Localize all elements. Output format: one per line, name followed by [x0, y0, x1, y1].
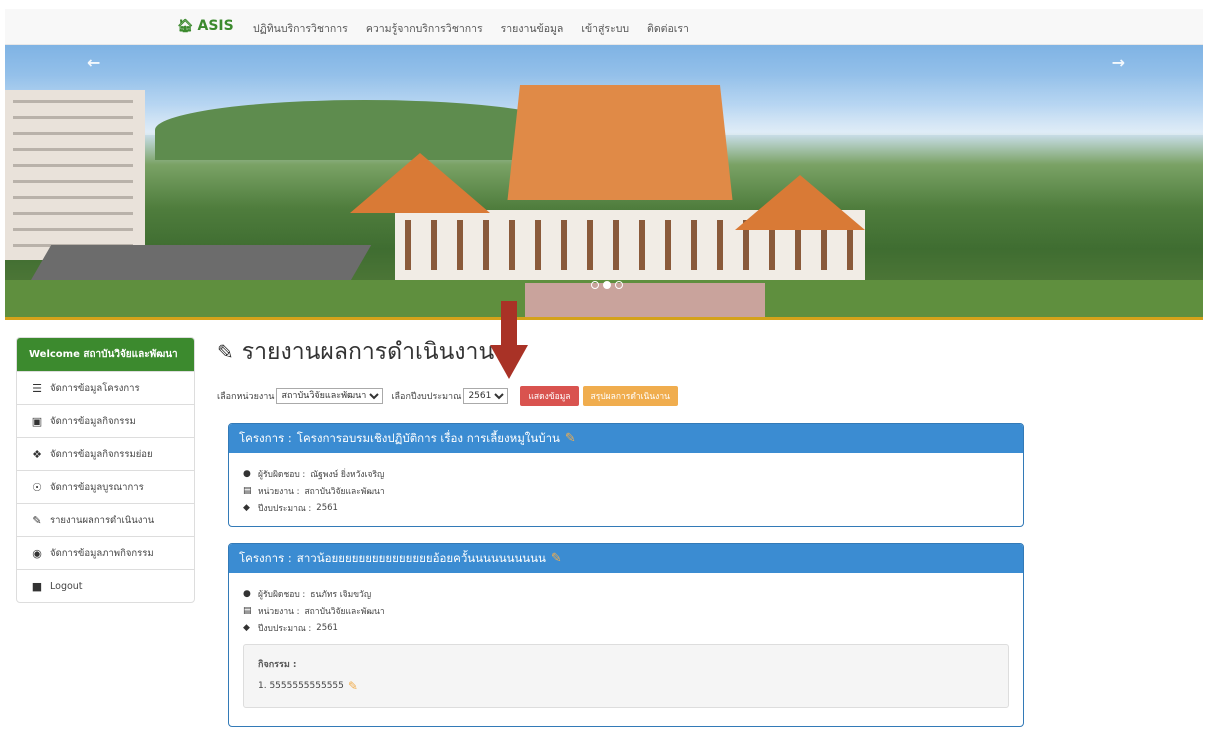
project-name: สาวน้อยยยยยยยยยยยยยยยอ้อยควั้นนนนนนนนนน: [296, 550, 546, 565]
unit-value: สถาบันวิจัยและพัฒนา: [304, 486, 385, 497]
institution-icon: ▤: [243, 605, 252, 616]
sidebar-item-label: จัดการข้อมูลโครงการ: [50, 382, 140, 394]
sidebar-item-label: จัดการข้อมูลภาพกิจกรรม: [50, 547, 154, 559]
banner-divider: [5, 317, 1203, 320]
home-icon: 🏠︎: [177, 18, 194, 34]
sidebar-item-photos[interactable]: ◉ จัดการข้อมูลภาพกิจกรรม: [17, 536, 194, 569]
unit-filter-label: เลือกหน่วยงาน: [217, 392, 275, 402]
project-body: ● ผู้รับผิดชอบ : ณัฐพงษ์ ยิ่งหวังเจริญ ▤…: [229, 453, 1023, 526]
carousel-dot[interactable]: [591, 281, 599, 289]
project-body: ● ผู้รับผิดชอบ : ธนภัทร เจิมขวัญ ▤ หน่วย…: [229, 573, 1023, 720]
sidebar-item-projects[interactable]: ☰ จัดการข้อมูลโครงการ: [17, 371, 194, 404]
sidebar-item-label: จัดการข้อมูลกิจกรรมย่อย: [50, 448, 153, 460]
hero-carousel: ← →: [5, 45, 1203, 317]
activities-label: กิจกรรม :: [258, 660, 297, 670]
project-year-row: ◆ ปีงบประมาณ : 2561: [243, 619, 1009, 636]
project-prefix: โครงการ :: [239, 430, 292, 445]
owner-label: ผู้รับผิดชอบ :: [258, 469, 306, 480]
filter-bar: เลือกหน่วยงาน สถาบันวิจัยและพัฒนา เลือกป…: [217, 386, 678, 406]
sidebar-item-integration[interactable]: ☉ จัดการข้อมูลบูรณาการ: [17, 470, 194, 503]
owner-label: ผู้รับผิดชอบ :: [258, 589, 306, 600]
owner-value: ณัฐพงษ์ ยิ่งหวังเจริญ: [310, 469, 385, 480]
project-panel: โครงการ : สาวน้อยยยยยยยยยยยยยยยอ้อยควั้น…: [228, 543, 1024, 727]
year-value: 2561: [316, 622, 338, 633]
sidebar-item-label: รายงานผลการดำเนินงาน: [50, 514, 155, 526]
user-icon: ●: [243, 588, 251, 599]
year-select[interactable]: 2561: [463, 388, 509, 404]
edit-icon[interactable]: ✎: [551, 551, 562, 566]
carousel-next-arrow[interactable]: →: [1112, 53, 1125, 72]
project-owner-row: ● ผู้รับผิดชอบ : ณัฐพงษ์ ยิ่งหวังเจริญ: [243, 465, 1009, 482]
nav-links: ปฏิทินบริการวิชาการ ความรู้จากบริการวิชา…: [253, 20, 689, 37]
carousel-indicators: [591, 281, 623, 289]
project-owner-row: ● ผู้รับผิดชอบ : ธนภัทร เจิมขวัญ: [243, 585, 1009, 602]
sidebar-item-label: จัดการข้อมูลกิจกรรม: [50, 415, 136, 427]
page-title-text: รายงานผลการดำเนินงาน: [241, 339, 495, 365]
institution-icon: ▤: [243, 485, 252, 496]
brand-name: ASIS: [197, 18, 234, 34]
carousel-prev-arrow[interactable]: ←: [87, 53, 100, 72]
activity-item: 1. 5555555555555 ✎: [258, 679, 994, 693]
sidebar-item-label: จัดการข้อมูลบูรณาการ: [50, 481, 144, 493]
sidebar-item-report[interactable]: ✎ รายงานผลการดำเนินงาน: [17, 503, 194, 536]
brand-logo[interactable]: 🏠︎ ASIS: [177, 18, 234, 34]
project-prefix: โครงการ :: [239, 550, 292, 565]
year-label: ปีงบประมาณ :: [258, 623, 312, 634]
edit-icon[interactable]: ✎: [348, 679, 358, 693]
hall-roof-left: [350, 153, 490, 213]
year-filter-label: เลือกปีงบประมาณ: [391, 392, 462, 402]
list-icon: ☰: [32, 381, 42, 395]
left-building: [5, 90, 145, 260]
sidebar: Welcome สถาบันวิจัยและพัฒนา ☰ จัดการข้อม…: [16, 337, 195, 603]
hall-roof-right: [735, 175, 865, 230]
carousel-dot[interactable]: [615, 281, 623, 289]
project-unit-row: ▤ หน่วยงาน : สถาบันวิจัยและพัฒนา: [243, 482, 1009, 499]
carousel-dot-active[interactable]: [603, 281, 611, 289]
lock-icon: ■: [31, 579, 43, 593]
nav-link-login[interactable]: เข้าสู่ระบบ: [581, 20, 629, 37]
hill-shape: [155, 100, 575, 160]
year-value: 2561: [316, 502, 338, 513]
summary-button[interactable]: สรุปผลการดำเนินงาน: [582, 386, 678, 406]
unit-value: สถาบันวิจัยและพัฒนา: [304, 606, 385, 617]
project-name: โครงการอบรมเชิงปฏิบัติการ เรื่อง การเลี้…: [296, 430, 560, 445]
plaza: [525, 283, 765, 317]
unit-label: หน่วยงาน :: [258, 486, 300, 497]
user-icon: ●: [243, 468, 251, 479]
unit-select[interactable]: สถาบันวิจัยและพัฒนา: [276, 388, 384, 404]
top-navbar: 🏠︎ ASIS ปฏิทินบริการวิชาการ ความรู้จากบร…: [5, 9, 1203, 45]
nav-link-knowledge[interactable]: ความรู้จากบริการวิชาการ: [366, 20, 483, 37]
tag-icon: ◆: [243, 622, 250, 633]
tag-icon: ◆: [243, 502, 250, 513]
unit-label: หน่วยงาน :: [258, 606, 300, 617]
activities-box: กิจกรรม : 1. 5555555555555 ✎: [243, 644, 1009, 708]
sidebar-item-subactivities[interactable]: ❖ จัดการข้อมูลกิจกรรมย่อย: [17, 437, 194, 470]
lifebuoy-icon: ☉: [32, 480, 42, 494]
sidebar-item-label: Logout: [50, 580, 83, 592]
show-data-button[interactable]: แสดงข้อมูล: [520, 386, 579, 406]
page-title: ✎ รายงานผลการดำเนินงาน: [217, 334, 494, 370]
cubes-icon: ❖: [32, 447, 42, 461]
sidebar-welcome: Welcome สถาบันวิจัยและพัฒนา: [17, 338, 194, 371]
project-year-row: ◆ ปีงบประมาณ : 2561: [243, 499, 1009, 516]
nav-link-calendar[interactable]: ปฏิทินบริการวิชาการ: [253, 20, 348, 37]
project-header: โครงการ : สาวน้อยยยยยยยยยยยยยยยอ้อยควั้น…: [229, 544, 1023, 573]
edit-icon: ✎: [32, 513, 42, 527]
annotation-arrow-icon: [490, 301, 528, 379]
cube-icon: ▣: [31, 414, 43, 428]
edit-icon: ✎: [217, 340, 234, 364]
project-unit-row: ▤ หน่วยงาน : สถาบันวิจัยและพัฒนา: [243, 602, 1009, 619]
camera-icon: ◉: [32, 546, 42, 560]
hall-roof-main: [507, 85, 733, 200]
project-panel: โครงการ : โครงการอบรมเชิงปฏิบัติการ เรื่…: [228, 423, 1024, 527]
nav-link-report[interactable]: รายงานข้อมูล: [501, 20, 564, 37]
project-header: โครงการ : โครงการอบรมเชิงปฏิบัติการ เรื่…: [229, 424, 1023, 453]
owner-value: ธนภัทร เจิมขวัญ: [310, 589, 372, 600]
year-label: ปีงบประมาณ :: [258, 503, 312, 514]
nav-link-contact[interactable]: ติดต่อเรา: [647, 20, 689, 37]
activity-text: 1. 5555555555555: [258, 681, 344, 691]
sidebar-item-logout[interactable]: ■ Logout: [17, 569, 194, 602]
sidebar-item-activities[interactable]: ▣ จัดการข้อมูลกิจกรรม: [17, 404, 194, 437]
edit-icon[interactable]: ✎: [565, 431, 576, 446]
